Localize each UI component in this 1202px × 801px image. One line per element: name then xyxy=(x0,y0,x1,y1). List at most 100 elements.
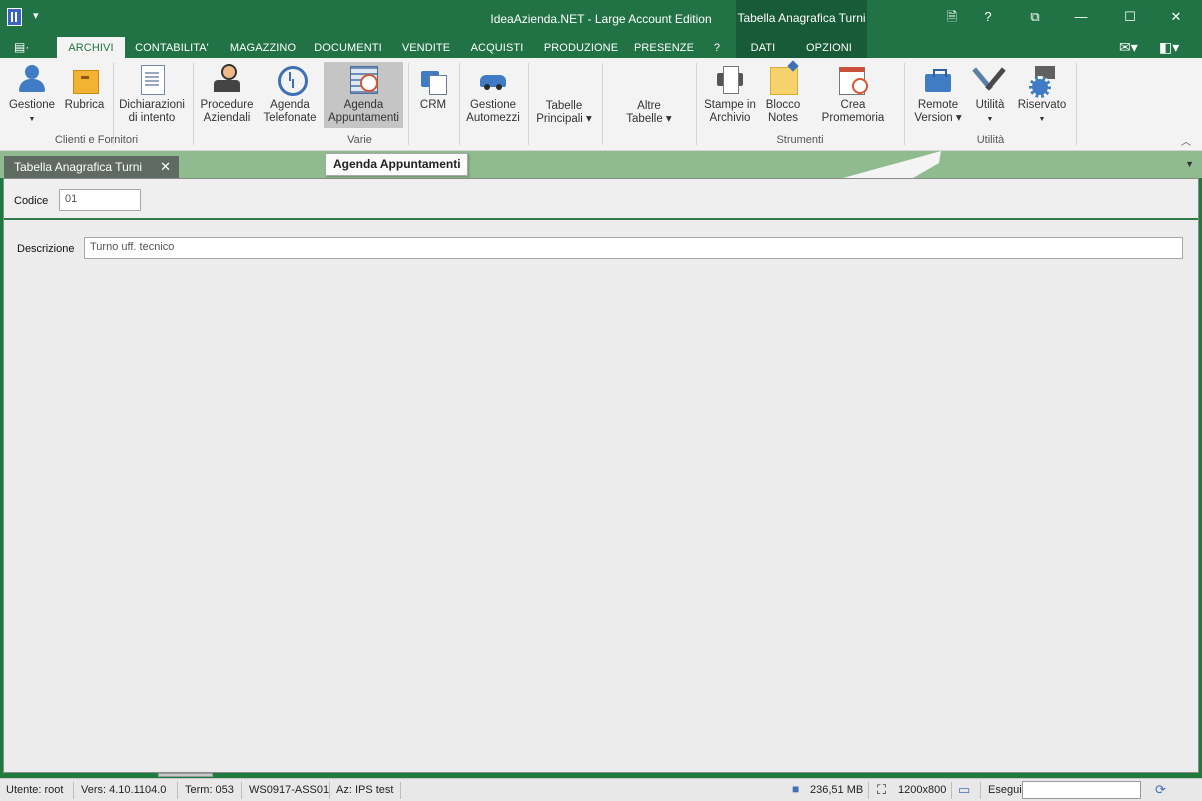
remote-version-label: Remote xyxy=(917,99,959,111)
tab-help[interactable]: ? xyxy=(705,37,729,58)
file-menu-button[interactable]: ▤· xyxy=(14,40,38,56)
form-area: Codice 01 Descrizione Turno uff. tecnico xyxy=(3,178,1199,773)
remote-version-label-2: Version ▾ xyxy=(914,112,962,124)
utilita-button[interactable]: Utilità ▼ xyxy=(970,62,1010,128)
maximize-button[interactable]: ☐ xyxy=(1120,6,1140,28)
agenda-telefonate-button[interactable]: Agenda Telefonate xyxy=(260,62,320,128)
status-divider xyxy=(329,782,330,799)
status-divider xyxy=(400,782,401,799)
close-tab-icon[interactable]: ✕ xyxy=(160,156,171,178)
agenda-appuntamenti-button[interactable]: Agenda Appuntamenti xyxy=(324,62,403,128)
dichiarazioni-label-2: di intento xyxy=(128,112,176,124)
stampe-label: Stampe in xyxy=(704,99,756,111)
status-bar: Utente: root Vers: 4.10.1104.0 Term: 053… xyxy=(0,778,1202,801)
horizontal-scrollbar[interactable] xyxy=(158,773,213,777)
altre-tabelle-label: Altre xyxy=(637,100,661,112)
settings-icon xyxy=(1026,64,1058,98)
ribbon-display-button[interactable]: ⧉ xyxy=(1025,6,1045,28)
status-divider xyxy=(241,782,242,799)
strip-decoration xyxy=(843,151,941,178)
tab-archivi[interactable]: ARCHIVI xyxy=(57,37,125,58)
crea-promemoria-button[interactable]: Crea Promemoria xyxy=(808,62,898,128)
tab-dati[interactable]: DATI xyxy=(742,37,784,58)
layout-icon[interactable]: ◧▾ xyxy=(1159,39,1179,56)
descrizione-field[interactable]: Turno uff. tecnico xyxy=(84,237,1183,259)
ribbon-divider xyxy=(193,63,194,145)
notes-icon xyxy=(767,64,799,95)
blocco-notes-label-2: Notes xyxy=(767,112,799,124)
agenda-appuntamenti-label: Agenda xyxy=(343,99,384,111)
tab-presenze[interactable]: PRESENZE xyxy=(631,37,697,58)
title-bar: ▾ IdeaAzienda.NET - Large Account Editio… xyxy=(0,0,1202,58)
rubrica-button[interactable]: Rubrica xyxy=(62,62,107,128)
tab-documenti[interactable]: DOCUMENTI xyxy=(310,37,386,58)
close-button[interactable]: ✕ xyxy=(1166,6,1186,28)
resolution-icon: ⛶ xyxy=(877,782,887,797)
agenda-icon xyxy=(348,64,380,94)
refresh-icon[interactable]: ⟳ xyxy=(1155,782,1166,798)
procedure-aziendali-button[interactable]: Procedure Aziendali xyxy=(198,62,256,128)
altre-tabelle-button[interactable]: Altre Tabelle ▾ xyxy=(616,62,682,128)
blocco-notes-button[interactable]: Blocco Notes xyxy=(762,62,804,128)
tab-acquisti[interactable]: ACQUISTI xyxy=(465,37,529,58)
printer-icon xyxy=(714,64,746,94)
person-icon xyxy=(211,64,243,94)
remote-version-button[interactable]: Remote Version ▾ xyxy=(909,62,967,128)
tab-magazzino[interactable]: MAGAZZINO xyxy=(224,37,302,58)
calendar-icon xyxy=(837,64,869,95)
agenda-telefonate-label-2: Telefonate xyxy=(263,112,317,124)
gestione-button[interactable]: Gestione ▼ xyxy=(6,62,58,128)
stampe-archivio-button[interactable]: Stampe in Archivio xyxy=(702,62,758,128)
memory-icon: ■ xyxy=(792,782,800,796)
status-version: Vers: 4.10.1104.0 xyxy=(81,784,167,796)
crm-label: CRM xyxy=(419,99,447,111)
codice-label: Codice xyxy=(14,195,49,207)
history-icon xyxy=(274,64,308,96)
window-title: IdeaAzienda.NET - Large Account Edition xyxy=(490,12,712,26)
ribbon-divider xyxy=(904,63,905,145)
gestione-automezzi-button[interactable]: Gestione Automezzi xyxy=(464,62,522,128)
box-icon xyxy=(69,64,101,94)
help-button[interactable]: ? xyxy=(978,6,998,28)
codice-field[interactable]: 01 xyxy=(59,189,141,211)
descrizione-label: Descrizione xyxy=(17,243,75,255)
people-icon xyxy=(16,64,48,94)
agenda-appuntamenti-label-2: Appuntamenti xyxy=(328,112,399,124)
status-divider xyxy=(73,782,74,799)
blocco-notes-label: Blocco xyxy=(765,99,801,111)
document-icon xyxy=(136,64,168,95)
dichiarazioni-button[interactable]: Dichiarazioni di intento xyxy=(118,62,186,128)
rubrica-label: Rubrica xyxy=(64,99,105,111)
form-header: Codice 01 xyxy=(4,179,1198,220)
chevron-down-icon: ▼ xyxy=(986,116,994,123)
ribbon-divider xyxy=(528,63,529,145)
status-term: Term: 053 xyxy=(185,784,234,796)
riservato-button[interactable]: Riservato ▼ xyxy=(1014,62,1070,128)
tab-list-dropdown-icon[interactable]: ▼ xyxy=(1185,159,1194,169)
tabelle-principali-label: Tabelle xyxy=(545,100,583,112)
crm-icon xyxy=(417,64,449,95)
ribbon-divider xyxy=(1076,63,1077,145)
doc-tab-tabella-anagrafica-turni[interactable]: Tabella Anagrafica Turni ✕ xyxy=(4,156,179,179)
chevron-down-icon: ▼ xyxy=(28,116,36,123)
tab-vendite[interactable]: VENDITE xyxy=(397,37,455,58)
tab-contabilita[interactable]: CONTABILITA' xyxy=(130,37,214,58)
esegui-input[interactable] xyxy=(1022,781,1141,799)
tab-produzione[interactable]: PRODUZIONE xyxy=(540,37,622,58)
tabelle-principali-button[interactable]: Tabelle Principali ▾ xyxy=(533,62,595,128)
esegui-label: Esegui xyxy=(988,784,1022,796)
window-icon[interactable]: ▭ xyxy=(958,782,970,798)
crm-button[interactable]: CRM xyxy=(413,62,453,128)
tab-opzioni[interactable]: OPZIONI xyxy=(800,37,858,58)
chevron-down-icon: ▼ xyxy=(1038,116,1046,123)
group-clienti-fornitori: Clienti e Fornitori xyxy=(54,134,139,146)
collapse-ribbon-icon[interactable]: ︿ xyxy=(1181,133,1191,148)
agenda-telefonate-label: Agenda xyxy=(270,99,310,111)
status-divider xyxy=(980,782,981,799)
document-icon[interactable]: 🗎 xyxy=(942,6,962,28)
menu-tabs-bar: ▤· ARCHIVI CONTABILITA' MAGAZZINO DOCUME… xyxy=(0,37,1202,58)
ribbon-divider xyxy=(113,63,114,145)
minimize-button[interactable]: — xyxy=(1071,6,1091,28)
automezzi-label: Gestione xyxy=(469,99,517,111)
mail-icon[interactable]: ✉▾ xyxy=(1119,39,1138,56)
